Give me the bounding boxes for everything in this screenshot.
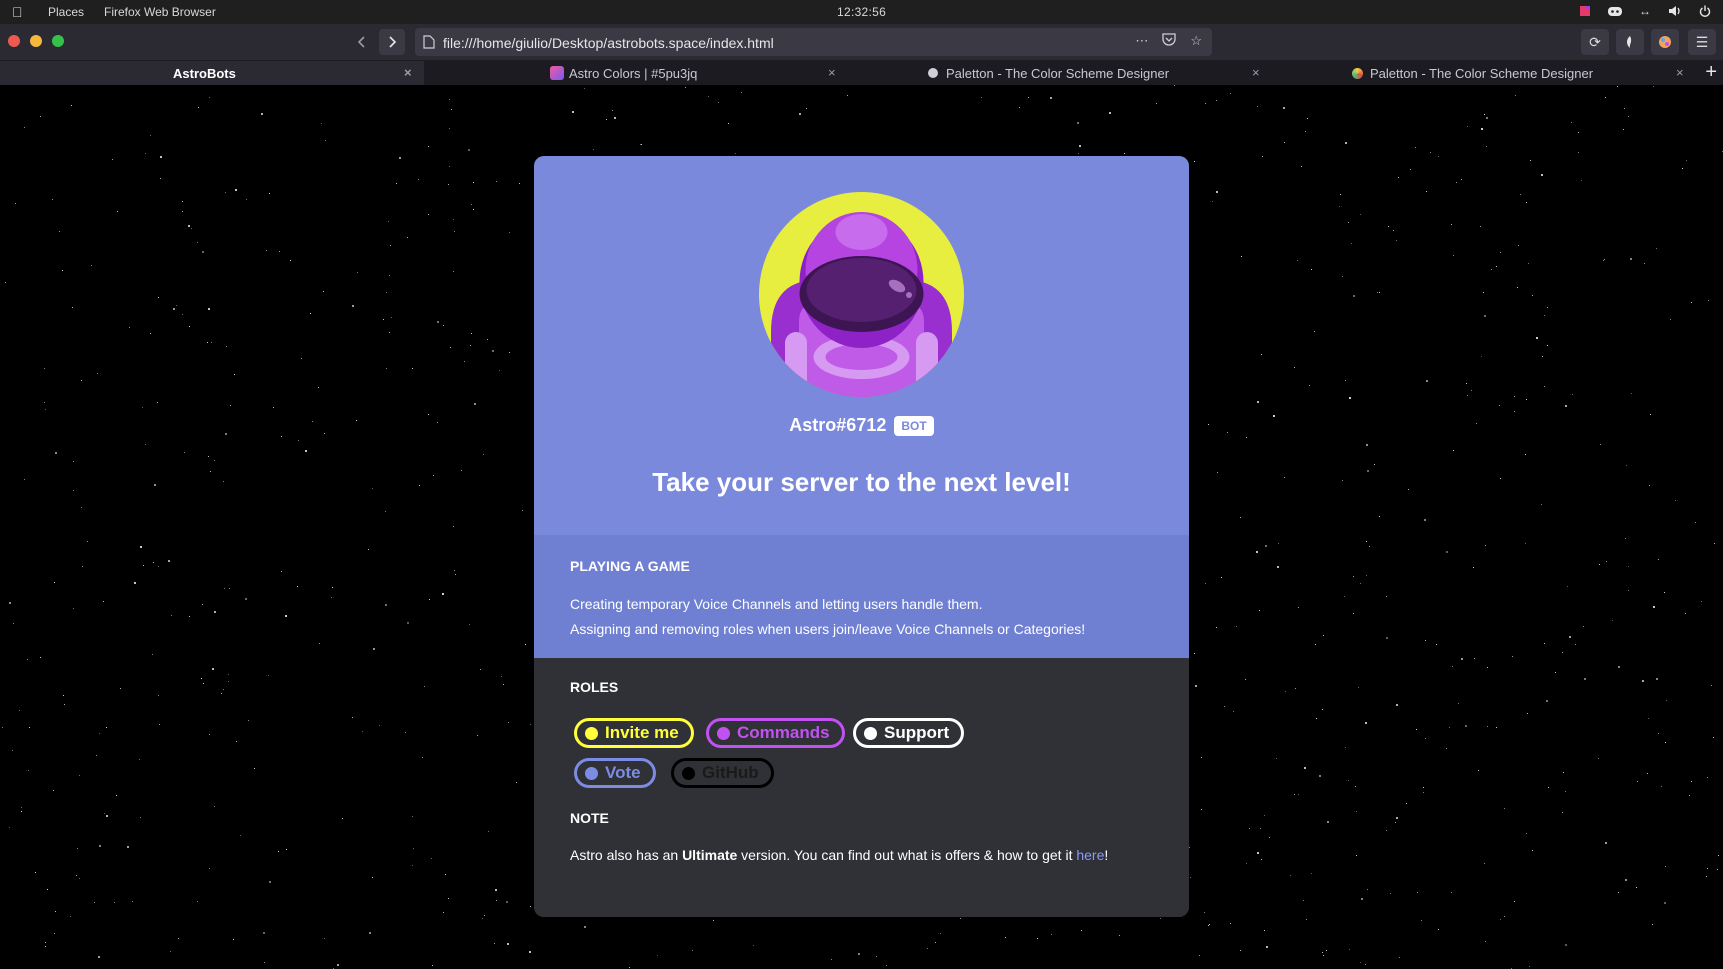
minimize-window-button[interactable]	[30, 35, 42, 47]
tab-label: Paletton - The Color Scheme Designer	[946, 66, 1170, 81]
astronaut-avatar	[759, 192, 964, 397]
profile-name-row: Astro#6712 BOT	[534, 415, 1189, 436]
colors-favicon	[550, 66, 564, 80]
color-extension-icon[interactable]	[1651, 29, 1679, 55]
tagline: Take your server to the next level!	[652, 467, 1071, 497]
tab-close-icon[interactable]: ×	[404, 65, 412, 80]
system-tray: ↔	[1577, 3, 1713, 19]
role-label: Commands	[737, 723, 830, 742]
ultimate-here-link[interactable]: here	[1076, 847, 1104, 863]
vote-button[interactable]: Vote	[574, 758, 656, 788]
role-dot-icon	[682, 766, 695, 780]
playing-section: PLAYING A GAME Creating temporary Voice …	[534, 535, 1189, 658]
tab-paletton-1[interactable]: Paletton - The Color Scheme Designer ×	[848, 61, 1272, 85]
close-window-button[interactable]	[8, 35, 20, 47]
profile-header: Astro#6712 BOT Take your server to the n…	[534, 156, 1189, 535]
tab-label: Astro Colors | #5pu3jq	[569, 66, 698, 81]
note-text-start: Astro also has an	[570, 847, 683, 863]
power-icon[interactable]	[1697, 3, 1713, 19]
invite-me-button[interactable]: Invite me	[574, 718, 694, 748]
hamburger-menu-icon[interactable]: ☰	[1688, 29, 1716, 55]
os-top-bar:  Places Firefox Web Browser 12:32:56 ↔	[0, 0, 1723, 24]
role-dot-icon	[585, 766, 598, 780]
paletton-favicon	[1352, 68, 1363, 79]
playing-line-2: Assigning and removing roles when users …	[570, 621, 1086, 637]
url-input[interactable]	[441, 32, 1125, 54]
page-viewport: Astro#6712 BOT Take your server to the n…	[0, 85, 1723, 969]
tab-label: Paletton - The Color Scheme Designer	[1370, 66, 1594, 81]
pocket-icon[interactable]	[1162, 33, 1176, 49]
network-icon[interactable]: ↔	[1637, 3, 1653, 19]
role-label: GitHub	[702, 763, 759, 782]
volume-icon[interactable]	[1667, 3, 1683, 19]
tab-astrobots[interactable]: AstroBots ×	[0, 61, 424, 85]
role-label: Invite me	[605, 723, 679, 742]
tab-label: AstroBots	[173, 66, 236, 81]
paletton-favicon	[928, 68, 938, 78]
role-label: Vote	[605, 763, 641, 782]
role-dot-icon	[864, 726, 877, 740]
places-menu[interactable]: Places	[48, 5, 84, 19]
bot-profile-card: Astro#6712 BOT Take your server to the n…	[534, 156, 1189, 917]
tab-astro-colors[interactable]: Astro Colors | #5pu3jq ×	[424, 61, 848, 85]
commands-button[interactable]: Commands	[706, 718, 845, 748]
page-icon	[423, 35, 435, 49]
note-ultimate: Ultimate	[682, 847, 738, 863]
role-dot-icon	[717, 726, 730, 740]
role-label: Support	[884, 723, 950, 742]
system-clock[interactable]: 12:32:56	[837, 5, 886, 19]
discord-icon[interactable]	[1607, 3, 1623, 19]
note-text-end: !	[1104, 847, 1109, 863]
bot-username: Astro#6712	[789, 415, 887, 435]
page-actions-icon[interactable]: ⋯	[1135, 33, 1148, 49]
tab-close-icon[interactable]: ×	[1252, 65, 1260, 80]
playing-title: PLAYING A GAME	[570, 558, 690, 574]
tab-strip: AstroBots × Astro Colors | #5pu3jq × Pal…	[0, 61, 1723, 85]
note-title: NOTE	[570, 810, 609, 826]
browser-toolbar: ⋯ ☆ ⟳ ☰	[0, 24, 1723, 61]
tab-paletton-2[interactable]: Paletton - The Color Scheme Designer ×	[1272, 61, 1696, 85]
back-button[interactable]	[349, 29, 375, 55]
astro-app-icon[interactable]	[1577, 3, 1593, 19]
role-dot-icon	[585, 726, 598, 740]
reload-button[interactable]: ⟳	[1581, 29, 1609, 55]
url-bar[interactable]: ⋯ ☆	[415, 28, 1212, 56]
bot-badge: BOT	[894, 415, 934, 436]
maximize-window-button[interactable]	[52, 35, 64, 47]
note-text: Astro also has an Ultimate version. You …	[570, 847, 1108, 863]
github-button[interactable]: GitHub	[671, 758, 774, 788]
tab-close-icon[interactable]: ×	[1676, 65, 1684, 80]
forward-button[interactable]	[379, 29, 405, 55]
bookmark-star-icon[interactable]: ☆	[1190, 33, 1202, 49]
apple-menu-icon[interactable]: 	[12, 4, 23, 20]
app-menu[interactable]: Firefox Web Browser	[104, 5, 216, 19]
playing-line-1: Creating temporary Voice Channels and le…	[570, 596, 983, 612]
roles-title: ROLES	[570, 679, 619, 695]
extension-icon[interactable]	[1616, 29, 1644, 55]
tab-close-icon[interactable]: ×	[828, 65, 836, 80]
note-text-middle: version. You can find out what is offers…	[737, 847, 1077, 863]
support-button[interactable]: Support	[853, 718, 965, 748]
new-tab-button[interactable]: +	[1705, 62, 1717, 82]
